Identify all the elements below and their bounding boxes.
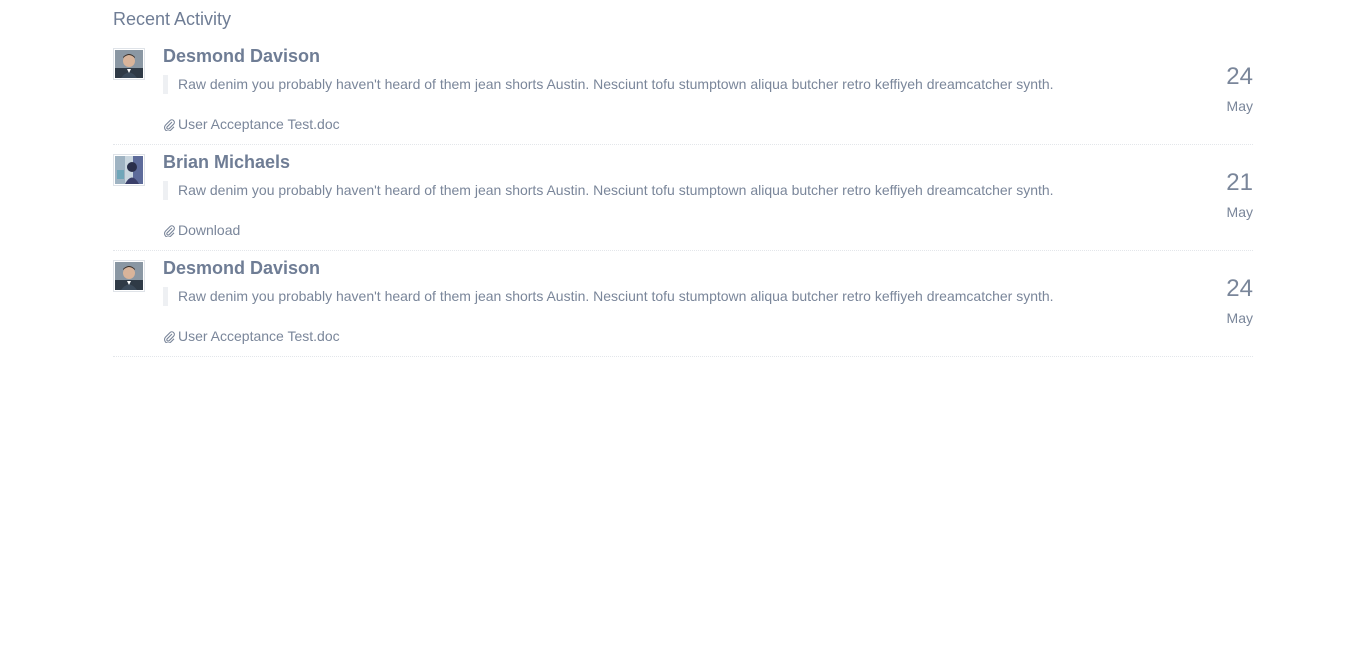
person-avatar-icon[interactable] [113, 48, 145, 80]
date-day: 24 [1226, 63, 1253, 90]
attachment-link[interactable]: User Acceptance Test.doc [163, 328, 340, 344]
attachment-link[interactable]: Download [163, 222, 240, 238]
activity-item: Desmond Davison Raw denim you probably h… [113, 251, 1253, 357]
paperclip-icon [164, 331, 175, 343]
activity-date: 24 May [1226, 63, 1253, 115]
date-month: May [1226, 98, 1253, 114]
person-avatar-icon[interactable] [113, 154, 145, 186]
activity-message: Raw denim you probably haven't heard of … [163, 75, 1054, 94]
activity-message: Raw denim you probably haven't heard of … [163, 287, 1054, 306]
activity-author-name[interactable]: Brian Michaels [163, 152, 290, 172]
attachment-label: Download [178, 222, 241, 238]
date-day: 24 [1226, 275, 1253, 302]
activity-list: Desmond Davison Raw denim you probably h… [113, 46, 1253, 357]
attachment-link[interactable]: User Acceptance Test.doc [163, 116, 340, 132]
attachment-label: User Acceptance Test.doc [178, 116, 340, 132]
activity-item: Brian Michaels Raw denim you probably ha… [113, 145, 1253, 251]
attachment-label: User Acceptance Test.doc [178, 328, 340, 344]
activity-author-name[interactable]: Desmond Davison [163, 46, 320, 66]
activity-item: Desmond Davison Raw denim you probably h… [113, 46, 1253, 145]
activity-date: 24 May [1226, 275, 1253, 327]
paperclip-icon [164, 225, 175, 237]
paperclip-icon [164, 119, 175, 131]
activity-message: Raw denim you probably haven't heard of … [163, 181, 1054, 200]
person-avatar-icon[interactable] [113, 260, 145, 292]
activity-author-name[interactable]: Desmond Davison [163, 258, 320, 278]
date-month: May [1226, 204, 1253, 220]
activity-date: 21 May [1226, 169, 1253, 221]
recent-activity-panel: Recent Activity Desmond Davison Raw deni… [113, 0, 1253, 357]
section-title: Recent Activity [113, 9, 232, 29]
date-month: May [1226, 310, 1253, 326]
date-day: 21 [1226, 169, 1253, 196]
